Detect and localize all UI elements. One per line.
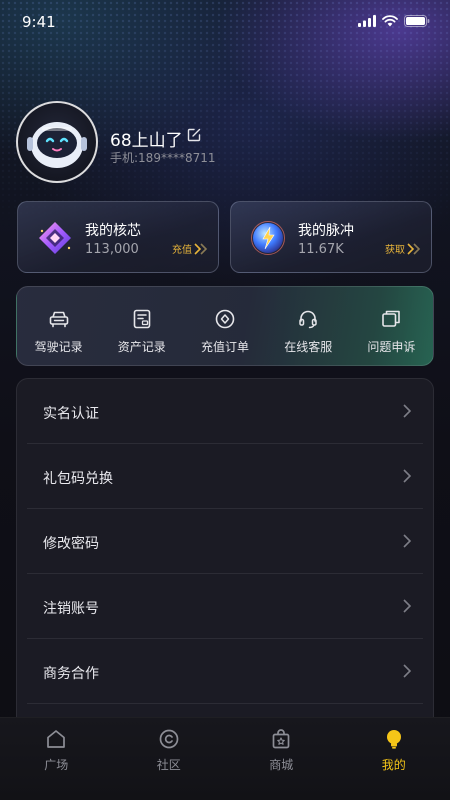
community-icon <box>159 729 179 749</box>
core-card-title: 我的核芯 <box>85 223 141 239</box>
battery-icon <box>404 15 430 27</box>
pulse-card[interactable]: 我的脉冲 11.67K 获取 <box>230 201 432 273</box>
menu-item-gift-code-redeem[interactable]: 礼包码兑换 <box>27 444 423 509</box>
obtain-button[interactable]: 获取 <box>385 241 421 256</box>
recharge-icon <box>215 309 235 329</box>
status-time: 9:41 <box>22 13 56 31</box>
pulse-card-value: 11.67K <box>298 242 344 257</box>
tab-label: 商城 <box>269 758 294 772</box>
headset-icon <box>299 310 317 329</box>
menu-item-label: 商务合作 <box>43 666 99 682</box>
menu-item-label: 注销账号 <box>43 601 99 617</box>
chevron-right-icon <box>403 599 411 613</box>
status-bar: 9:41 <box>0 0 450 44</box>
username: 68上山了 <box>110 131 183 151</box>
core-crystal-icon <box>39 222 71 254</box>
recharge-label: 充值 <box>172 245 192 256</box>
quick-action-asset-record[interactable]: 资产记录 <box>100 287 183 365</box>
double-chevron-right-icon <box>194 242 208 255</box>
signal-icon <box>358 15 376 27</box>
quick-action-label: 在线客服 <box>284 340 333 354</box>
recharge-button[interactable]: 充值 <box>172 241 208 256</box>
pulse-orb-icon <box>251 221 285 255</box>
quick-action-label: 问题申诉 <box>367 340 416 354</box>
tab-mine[interactable]: 我的 <box>338 718 450 800</box>
chevron-right-icon <box>403 469 411 483</box>
chevron-right-icon <box>403 534 411 548</box>
quick-action-driving-record[interactable]: 驾驶记录 <box>17 287 100 365</box>
menu-item-delete-account[interactable]: 注销账号 <box>27 574 423 639</box>
quick-action-label: 充值订单 <box>201 340 250 354</box>
tab-label: 我的 <box>381 758 406 772</box>
pulse-card-title: 我的脉冲 <box>298 223 354 239</box>
quick-action-complaint[interactable]: 问题申诉 <box>350 287 433 365</box>
quick-action-label: 资产记录 <box>117 340 166 354</box>
quick-action-recharge-orders[interactable]: 充值订单 <box>183 287 266 365</box>
shop-icon <box>272 729 290 749</box>
edit-icon[interactable] <box>187 128 201 142</box>
avatar[interactable] <box>16 101 98 183</box>
bottom-tab-bar: 广场 社区 商城 我的 <box>0 717 450 800</box>
core-card[interactable]: 我的核芯 113,000 充值 <box>17 201 219 273</box>
menu-item-real-name-verification[interactable]: 实名认证 <box>27 379 423 444</box>
menu-item-label: 礼包码兑换 <box>43 471 113 487</box>
menu-item-label: 实名认证 <box>43 406 99 422</box>
menu-item-business-cooperation[interactable]: 商务合作 <box>27 639 423 704</box>
tab-shop[interactable]: 商城 <box>225 718 338 800</box>
tab-plaza[interactable]: 广场 <box>0 718 113 800</box>
phone-number: 手机:189****8711 <box>110 149 216 166</box>
quick-actions-bar: 驾驶记录 资产记录 充值订单 在线客服 问题申诉 <box>16 286 434 366</box>
document-icon <box>133 309 151 329</box>
status-icons <box>358 15 430 27</box>
robot-avatar-icon <box>27 122 87 168</box>
chevron-right-icon <box>403 664 411 678</box>
phone-label: 手机: <box>110 151 139 165</box>
core-card-value: 113,000 <box>85 242 139 257</box>
tab-label: 广场 <box>44 758 69 772</box>
obtain-label: 获取 <box>385 245 405 256</box>
quick-action-label: 驾驶记录 <box>34 340 83 354</box>
feedback-icon <box>382 310 401 327</box>
chevron-right-icon <box>403 404 411 418</box>
tab-label: 社区 <box>156 758 181 772</box>
settings-menu: 实名认证 礼包码兑换 修改密码 注销账号 商务合作 <box>16 378 434 738</box>
double-chevron-right-icon <box>407 242 421 255</box>
profile-bulb-icon <box>386 730 401 749</box>
menu-item-change-password[interactable]: 修改密码 <box>27 509 423 574</box>
wifi-icon <box>382 15 398 27</box>
phone-value: 189****8711 <box>138 151 216 165</box>
home-icon <box>47 730 66 748</box>
quick-action-customer-service[interactable]: 在线客服 <box>267 287 350 365</box>
car-icon <box>49 311 68 328</box>
tab-community[interactable]: 社区 <box>113 718 226 800</box>
menu-item-label: 修改密码 <box>43 536 99 552</box>
